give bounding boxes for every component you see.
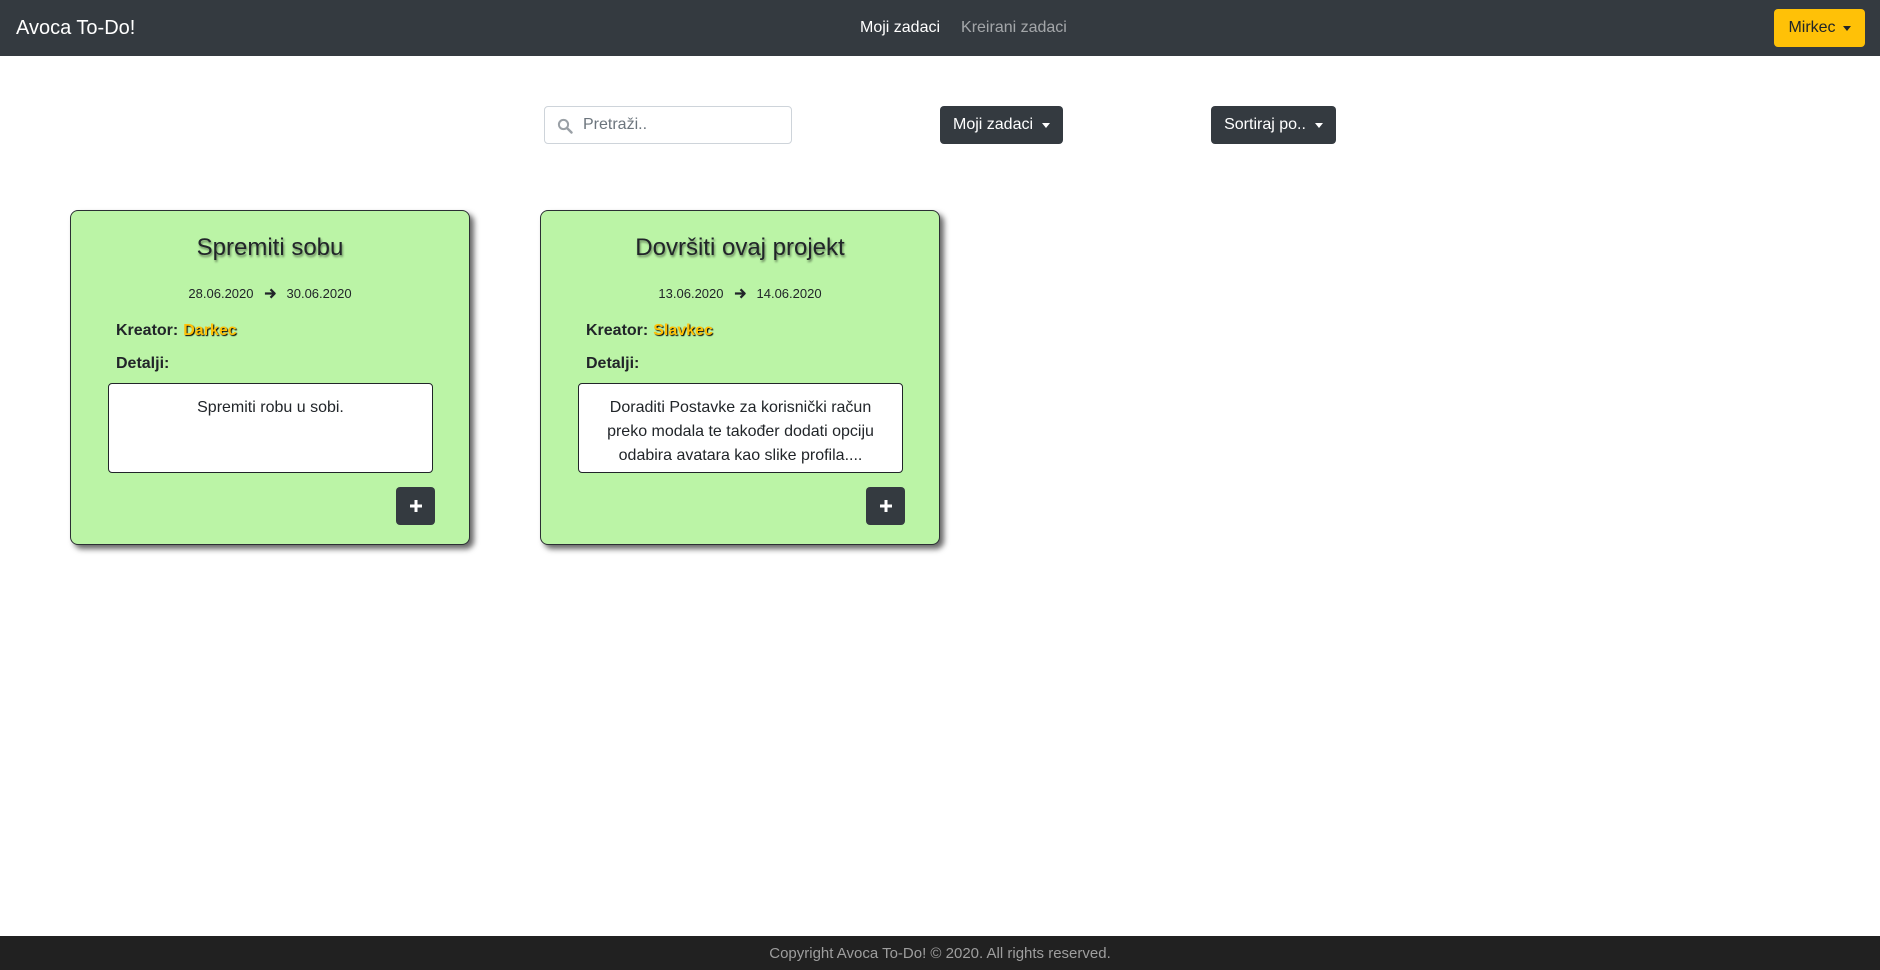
user-menu-button[interactable]: Mirkec — [1774, 9, 1865, 47]
caret-down-icon — [1314, 122, 1323, 128]
user-menu-label: Mirkec — [1788, 19, 1836, 36]
add-button[interactable] — [396, 487, 435, 525]
task-filter-dropdown[interactable]: Moji zadaci — [940, 106, 1063, 144]
footer-copyright: Copyright Avoca To-Do! © 2020. All right… — [769, 944, 1111, 962]
creator-name: Slavkec — [653, 322, 713, 339]
sort-dropdown[interactable]: Sortiraj po.. — [1211, 106, 1336, 144]
creator-label: Kreator: — [116, 322, 179, 339]
task-title: Dovršiti ovaj projekt — [635, 234, 845, 261]
task-end-date: 30.06.2020 — [286, 286, 352, 301]
task-details: Spremiti robu u sobi. — [108, 383, 433, 473]
creator-name: Darkec — [183, 322, 237, 339]
add-button[interactable] — [866, 487, 905, 525]
plus-icon — [409, 500, 422, 512]
task-start-date: 13.06.2020 — [658, 286, 724, 301]
sort-label: Sortiraj po.. — [1224, 116, 1306, 133]
search-box — [544, 106, 792, 144]
nav-link-kreirani-zadaci[interactable]: Kreirani zadaci — [961, 18, 1067, 38]
creator-label: Kreator: — [586, 322, 649, 339]
details-label: Detalji: — [586, 355, 640, 372]
footer: Copyright Avoca To-Do! © 2020. All right… — [0, 936, 1880, 970]
search-icon — [557, 118, 573, 134]
task-start-date: 28.06.2020 — [188, 286, 254, 301]
task-card: Spremiti sobu 28.06.2020 30.06.2020 Krea… — [70, 210, 470, 545]
task-title: Spremiti sobu — [196, 234, 344, 261]
arrow-right-icon — [734, 288, 746, 299]
task-card: Dovršiti ovaj projekt 13.06.2020 14.06.2… — [540, 210, 940, 545]
task-details: Doraditi Postavke za korisnički račun pr… — [578, 383, 903, 473]
nav-links: Moji zadaci Kreirani zadaci — [860, 18, 1067, 38]
task-filter-label: Moji zadaci — [952, 116, 1034, 133]
task-end-date: 14.06.2020 — [756, 286, 822, 301]
creator-row: Kreator: Slavkec — [586, 322, 713, 340]
nav-link-moji-zadaci[interactable]: Moji zadaci — [860, 18, 940, 38]
task-dates: 13.06.2020 14.06.2020 — [541, 286, 939, 301]
top-navbar: Avoca To-Do! Moji zadaci Kreirani zadaci… — [0, 0, 1880, 56]
plus-icon — [879, 500, 892, 512]
creator-row: Kreator: Darkec — [116, 322, 237, 340]
task-dates: 28.06.2020 30.06.2020 — [71, 286, 469, 301]
details-label: Detalji: — [116, 355, 170, 372]
search-input[interactable] — [583, 108, 783, 142]
brand-logo[interactable]: Avoca To-Do! — [16, 15, 135, 41]
caret-down-icon — [1042, 122, 1051, 128]
arrow-right-icon — [264, 288, 276, 299]
caret-down-icon — [1842, 25, 1851, 31]
